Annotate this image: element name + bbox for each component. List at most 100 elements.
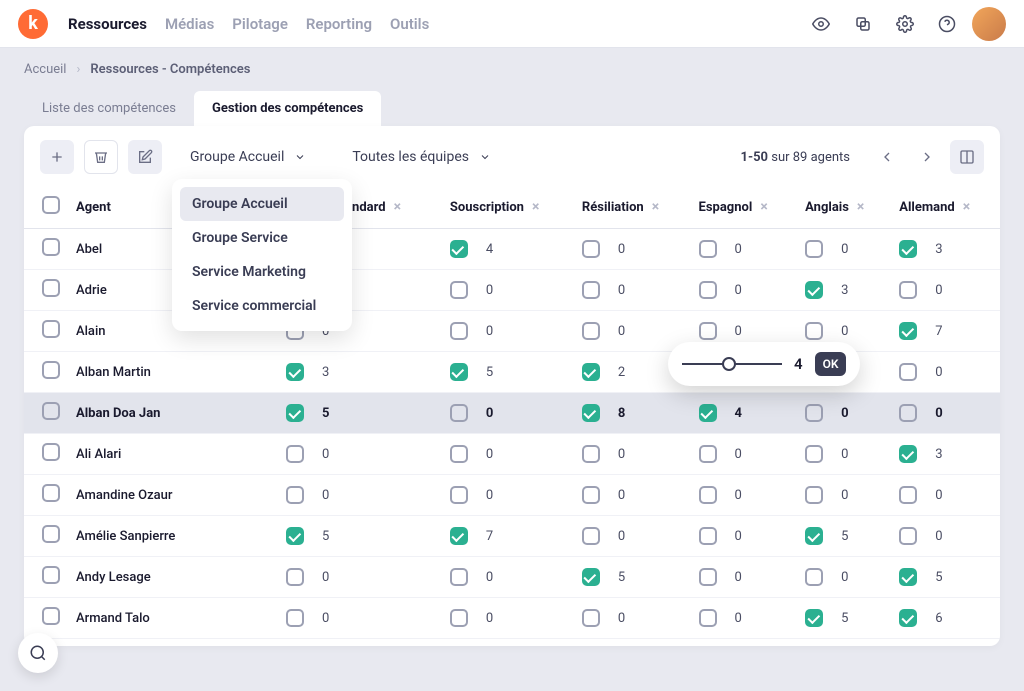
skill-checkbox[interactable] [805,322,823,340]
skill-checkbox[interactable] [582,445,600,463]
edit-button[interactable] [128,140,162,174]
remove-column-icon[interactable]: × [394,199,401,215]
skill-checkbox[interactable] [582,404,600,422]
skill-checkbox[interactable] [450,240,468,258]
table-row[interactable]: Amandine Ozaur000000 [24,475,1000,516]
group-option[interactable]: Service Marketing [180,255,344,289]
column-header[interactable]: Espagnol× [691,186,798,229]
skill-checkbox[interactable] [699,486,717,504]
skill-checkbox[interactable] [699,281,717,299]
nav-item-outils[interactable]: Outils [390,15,429,33]
remove-column-icon[interactable]: × [532,199,539,215]
copy-icon[interactable] [846,7,880,41]
app-logo[interactable]: k [18,9,48,39]
skill-checkbox[interactable] [699,404,717,422]
row-checkbox[interactable] [42,238,60,256]
skill-checkbox[interactable] [805,609,823,627]
column-header[interactable]: Allemand× [891,186,1000,229]
select-all-checkbox[interactable] [42,196,60,214]
column-header[interactable]: Résiliation× [574,186,691,229]
skill-checkbox[interactable] [450,445,468,463]
skill-checkbox[interactable] [899,404,917,422]
skill-checkbox[interactable] [899,322,917,340]
table-row[interactable]: Andy Lesage005005 [24,557,1000,598]
skill-checkbox[interactable] [450,609,468,627]
next-page-button[interactable] [910,140,944,174]
row-checkbox[interactable] [42,484,60,502]
remove-column-icon[interactable]: × [652,199,659,215]
table-row[interactable]: Alain000007 [24,311,1000,352]
skill-checkbox[interactable] [582,609,600,627]
row-checkbox[interactable] [42,443,60,461]
breadcrumb-home[interactable]: Accueil [24,62,66,77]
skill-checkbox[interactable] [582,322,600,340]
skill-checkbox[interactable] [582,568,600,586]
tab-0[interactable]: Liste des compétences [24,91,194,126]
skill-checkbox[interactable] [899,445,917,463]
table-row[interactable]: Amélie Sanpierre570050 [24,516,1000,557]
skill-checkbox[interactable] [699,445,717,463]
remove-column-icon[interactable]: × [760,199,767,215]
table-row[interactable]: Ali Alari000003 [24,434,1000,475]
table-row[interactable]: Abel040003 [24,229,1000,270]
skill-checkbox[interactable] [899,527,917,545]
nav-item-ressources[interactable]: Ressources [68,15,147,33]
skill-checkbox[interactable] [899,363,917,381]
skill-checkbox[interactable] [805,240,823,258]
skill-checkbox[interactable] [286,363,304,381]
skill-checkbox[interactable] [450,322,468,340]
slider-thumb[interactable] [722,357,736,371]
skill-checkbox[interactable] [805,568,823,586]
skill-checkbox[interactable] [450,568,468,586]
search-fab[interactable] [18,633,58,673]
team-filter[interactable]: Toutes les équipes [344,143,499,171]
skill-checkbox[interactable] [699,322,717,340]
row-checkbox[interactable] [42,607,60,625]
group-option[interactable]: Service commercial [180,289,344,323]
column-header[interactable]: Souscription× [442,186,574,229]
nav-item-médias[interactable]: Médias [165,15,214,33]
skill-checkbox[interactable] [805,527,823,545]
row-checkbox[interactable] [42,402,60,420]
skill-checkbox[interactable] [286,609,304,627]
skill-checkbox[interactable] [699,527,717,545]
table-row[interactable]: Aubin Sahalor600000 [24,639,1000,647]
add-button[interactable] [40,140,74,174]
skill-checkbox[interactable] [286,486,304,504]
skill-checkbox[interactable] [450,486,468,504]
skill-checkbox[interactable] [805,281,823,299]
skill-checkbox[interactable] [286,527,304,545]
skill-checkbox[interactable] [582,527,600,545]
skill-checkbox[interactable] [699,609,717,627]
gear-icon[interactable] [888,7,922,41]
columns-button[interactable] [950,140,984,174]
row-checkbox[interactable] [42,525,60,543]
row-checkbox[interactable] [42,279,60,297]
group-option[interactable]: Groupe Accueil [180,187,344,221]
table-row[interactable]: Alban Doa Jan508400 [24,393,1000,434]
skill-checkbox[interactable] [805,445,823,463]
prev-page-button[interactable] [870,140,904,174]
skill-checkbox[interactable] [699,568,717,586]
remove-column-icon[interactable]: × [963,199,970,215]
level-slider[interactable] [682,363,782,365]
column-header[interactable]: Anglais× [797,186,891,229]
skill-checkbox[interactable] [582,281,600,299]
skill-checkbox[interactable] [899,568,917,586]
skill-checkbox[interactable] [899,609,917,627]
skill-checkbox[interactable] [899,486,917,504]
skill-checkbox[interactable] [582,363,600,381]
skill-checkbox[interactable] [450,281,468,299]
skill-checkbox[interactable] [582,240,600,258]
delete-button[interactable] [84,140,118,174]
slider-ok-button[interactable]: OK [815,352,847,376]
skill-checkbox[interactable] [582,486,600,504]
help-icon[interactable] [930,7,964,41]
skill-checkbox[interactable] [286,568,304,586]
tab-1[interactable]: Gestion des compétences [194,91,381,126]
row-checkbox[interactable] [42,566,60,584]
table-row[interactable]: Adrie400030 [24,270,1000,311]
skill-checkbox[interactable] [699,240,717,258]
group-filter[interactable]: Groupe Accueil Groupe AccueilGroupe Serv… [182,143,314,171]
nav-item-pilotage[interactable]: Pilotage [232,15,288,33]
